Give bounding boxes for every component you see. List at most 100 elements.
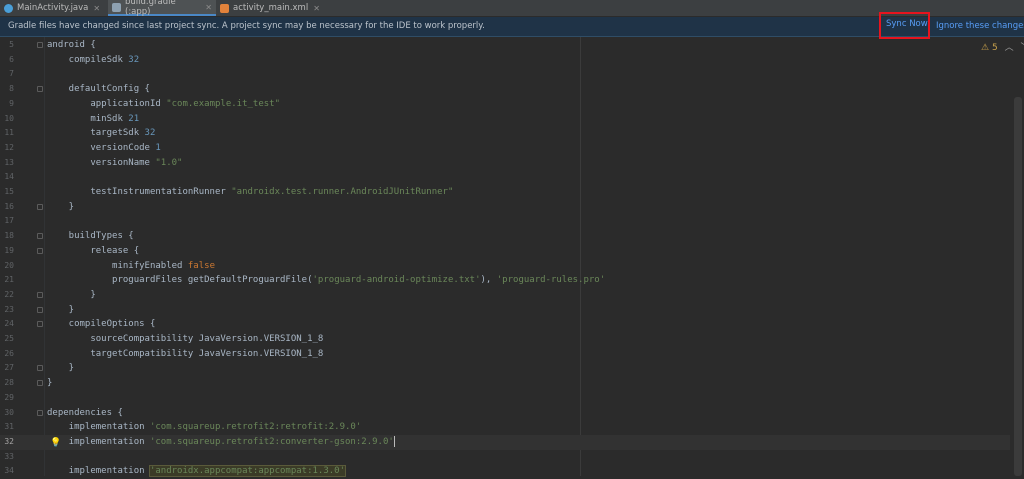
code-text: release {	[47, 244, 139, 259]
code-line[interactable]: 11 targetSdk 32	[0, 126, 1010, 141]
code-token: 'com.squareup.retrofit2:converter-gson:2…	[149, 436, 394, 447]
line-number: 29	[4, 392, 14, 402]
banner-message: Gradle files have changed since last pro…	[8, 21, 485, 31]
tab-main-activity[interactable]: MainActivity.java ✕	[0, 0, 108, 16]
code-token: proguardFiles getDefaultProguardFile(	[47, 275, 313, 286]
code-text: compileOptions {	[47, 317, 156, 332]
code-line[interactable]: 16 }	[0, 200, 1010, 215]
code-token: }	[47, 201, 75, 212]
code-token: targetCompatibility JavaVersion.VERSION_…	[47, 348, 324, 359]
tab-label: MainActivity.java	[17, 3, 89, 13]
line-number: 9	[9, 98, 14, 108]
code-token: "com.example.it_test"	[166, 98, 281, 109]
fold-marker-icon[interactable]	[37, 321, 43, 328]
close-icon[interactable]: ✕	[313, 4, 320, 13]
code-line[interactable]: 32 💡 implementation 'com.squareup.retrofi…	[0, 434, 1010, 450]
line-number: 19	[4, 245, 14, 255]
code-token: compileSdk	[47, 54, 129, 65]
code-token: testInstrumentationRunner	[47, 187, 232, 197]
code-token: "androidx.test.runner.AndroidJUnitRunner…	[231, 187, 454, 197]
code-token: versionCode	[47, 142, 156, 153]
tab-label: activity_main.xml	[233, 3, 309, 13]
code-line[interactable]: 34 implementation 'androidx.appcompat:ap…	[0, 464, 1010, 479]
code-line[interactable]: 24 compileOptions {	[0, 317, 1010, 332]
line-number: 21	[4, 275, 14, 285]
code-text: }	[47, 376, 52, 391]
chevron-down-icon[interactable]: ﹀	[1020, 43, 1024, 53]
code-line[interactable]: 21 proguardFiles getDefaultProguardFile(…	[0, 273, 1010, 288]
code-token: compileOptions {	[47, 319, 156, 330]
code-token: sourceCompatibility JavaVersion.VERSION_…	[47, 334, 324, 344]
line-number: 13	[4, 157, 14, 167]
code-text: versionName "1.0"	[47, 156, 182, 171]
code-line[interactable]: 15 testInstrumentationRunner "androidx.t…	[0, 185, 1010, 200]
code-line[interactable]: 25 sourceCompatibility JavaVersion.VERSI…	[0, 332, 1010, 347]
gradle-icon	[112, 2, 121, 12]
code-line[interactable]: 17	[0, 214, 1010, 229]
code-line[interactable]: 6 compileSdk 32	[0, 53, 1010, 68]
fold-marker-icon[interactable]	[37, 203, 43, 210]
code-line[interactable]: 5 android {	[0, 38, 1010, 53]
code-token: applicationId	[47, 98, 167, 109]
sync-now-link[interactable]: Sync Now	[886, 19, 928, 29]
fold-marker-icon[interactable]	[37, 291, 43, 298]
close-icon[interactable]: ✕	[205, 3, 212, 12]
code-line[interactable]: 23 }	[0, 303, 1010, 318]
code-token: 1	[155, 142, 161, 153]
fold-marker-icon[interactable]	[37, 365, 43, 372]
code-text: }	[47, 200, 74, 215]
code-line[interactable]: 7	[0, 67, 1010, 82]
fold-marker-icon[interactable]	[37, 86, 43, 93]
line-number: 26	[4, 348, 14, 358]
code-line[interactable]: 12 versionCode 1	[0, 141, 1010, 156]
chevron-up-icon[interactable]: ︿	[1005, 43, 1014, 53]
code-line[interactable]: 26 targetCompatibility JavaVersion.VERSI…	[0, 347, 1010, 362]
vertical-scrollbar[interactable]	[1014, 97, 1022, 476]
code-line[interactable]: 9 applicationId "com.example.it_test"	[0, 97, 1010, 112]
code-text: implementation 'androidx.appcompat:appco…	[47, 464, 347, 479]
line-number: 25	[4, 334, 14, 343]
code-token: }	[47, 378, 53, 389]
fold-marker-icon[interactable]	[37, 247, 43, 254]
inspection-widget[interactable]: ⚠ 5 ︿ ﹀	[981, 40, 1024, 53]
line-number: 34	[4, 466, 14, 476]
code-line[interactable]: 22 }	[0, 288, 1010, 303]
line-number: 27	[4, 363, 14, 373]
close-icon[interactable]: ✕	[93, 4, 100, 13]
code-line[interactable]: 28}	[0, 376, 1010, 391]
fold-marker-icon[interactable]	[37, 233, 43, 240]
code-line[interactable]: 10 minSdk 21	[0, 112, 1010, 127]
code-token: minifyEnabled	[47, 260, 188, 271]
java-class-icon	[4, 3, 13, 13]
code-token: 'com.squareup.retrofit2:retrofit:2.9.0'	[149, 422, 362, 433]
code-token: 32	[128, 54, 140, 65]
code-line[interactable]: 30 dependencies {	[0, 406, 1010, 421]
code-line[interactable]: 13 versionName "1.0"	[0, 156, 1010, 171]
code-line[interactable]: 18 buildTypes {	[0, 229, 1010, 244]
code-token: }	[47, 363, 75, 374]
fold-marker-icon[interactable]	[37, 380, 43, 387]
ignore-changes-link[interactable]: Ignore these changes	[936, 21, 1024, 31]
code-editor[interactable]: 5 android {6 compileSdk 32 7 8 defaultConfi…	[0, 37, 1024, 479]
tab-activity-main[interactable]: activity_main.xml ✕	[216, 0, 324, 16]
code-line[interactable]: 19 release {	[0, 244, 1010, 259]
fold-marker-icon[interactable]	[37, 409, 43, 416]
code-line[interactable]: 31 implementation 'com.squareup.retrofit…	[0, 420, 1010, 435]
fold-marker-icon[interactable]	[37, 42, 43, 48]
code-token: implementation	[47, 466, 150, 477]
code-token: 'androidx.appcompat:appcompat:1.3.0'	[148, 465, 347, 478]
code-line[interactable]: 33	[0, 450, 1010, 465]
code-text: sourceCompatibility JavaVersion.VERSION_…	[47, 332, 323, 347]
code-text: compileSdk 32	[47, 53, 139, 68]
tab-build-gradle[interactable]: build.gradle (:app) ✕	[108, 0, 216, 17]
fold-marker-icon[interactable]	[37, 306, 43, 313]
code-token: dependencies {	[47, 407, 123, 418]
code-text: }	[47, 288, 95, 303]
code-line[interactable]: 29	[0, 391, 1010, 406]
code-line[interactable]: 27 }	[0, 361, 1010, 376]
code-line[interactable]: 20 minifyEnabled false	[0, 259, 1010, 274]
code-line[interactable]: 14	[0, 170, 1010, 185]
code-text: android {	[47, 38, 96, 53]
line-number: 32	[4, 436, 14, 446]
code-line[interactable]: 8 defaultConfig {	[0, 82, 1010, 97]
